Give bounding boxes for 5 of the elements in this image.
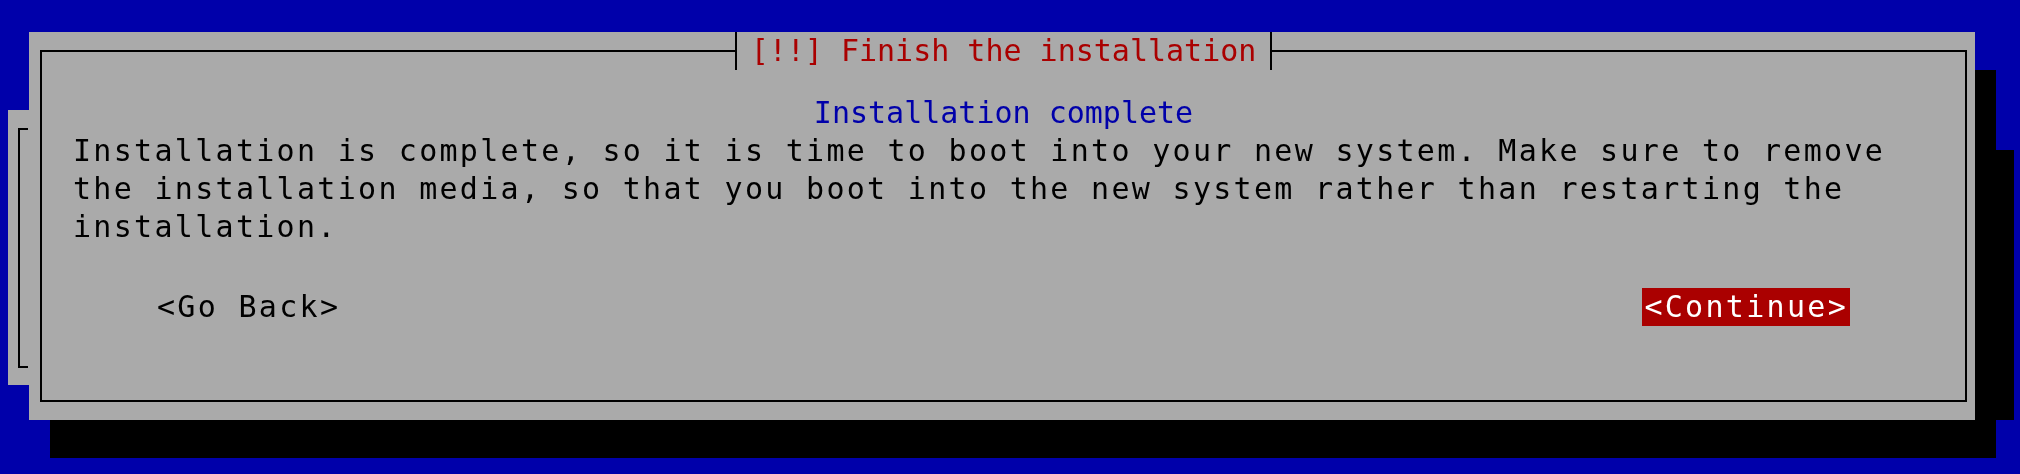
dialog-title: [!!] Finish the installation bbox=[750, 33, 1257, 68]
back-button[interactable]: <Go Back> bbox=[155, 288, 343, 326]
dialog-heading: Installation complete bbox=[812, 94, 1195, 132]
dialog-message: Installation is complete, so it is time to boot into your new system. Make sure to remove the installation media, so that you boot into the new system rather than restarting the installation. bbox=[72, 132, 1887, 246]
continue-button[interactable]: <Continue> bbox=[1642, 288, 1850, 326]
